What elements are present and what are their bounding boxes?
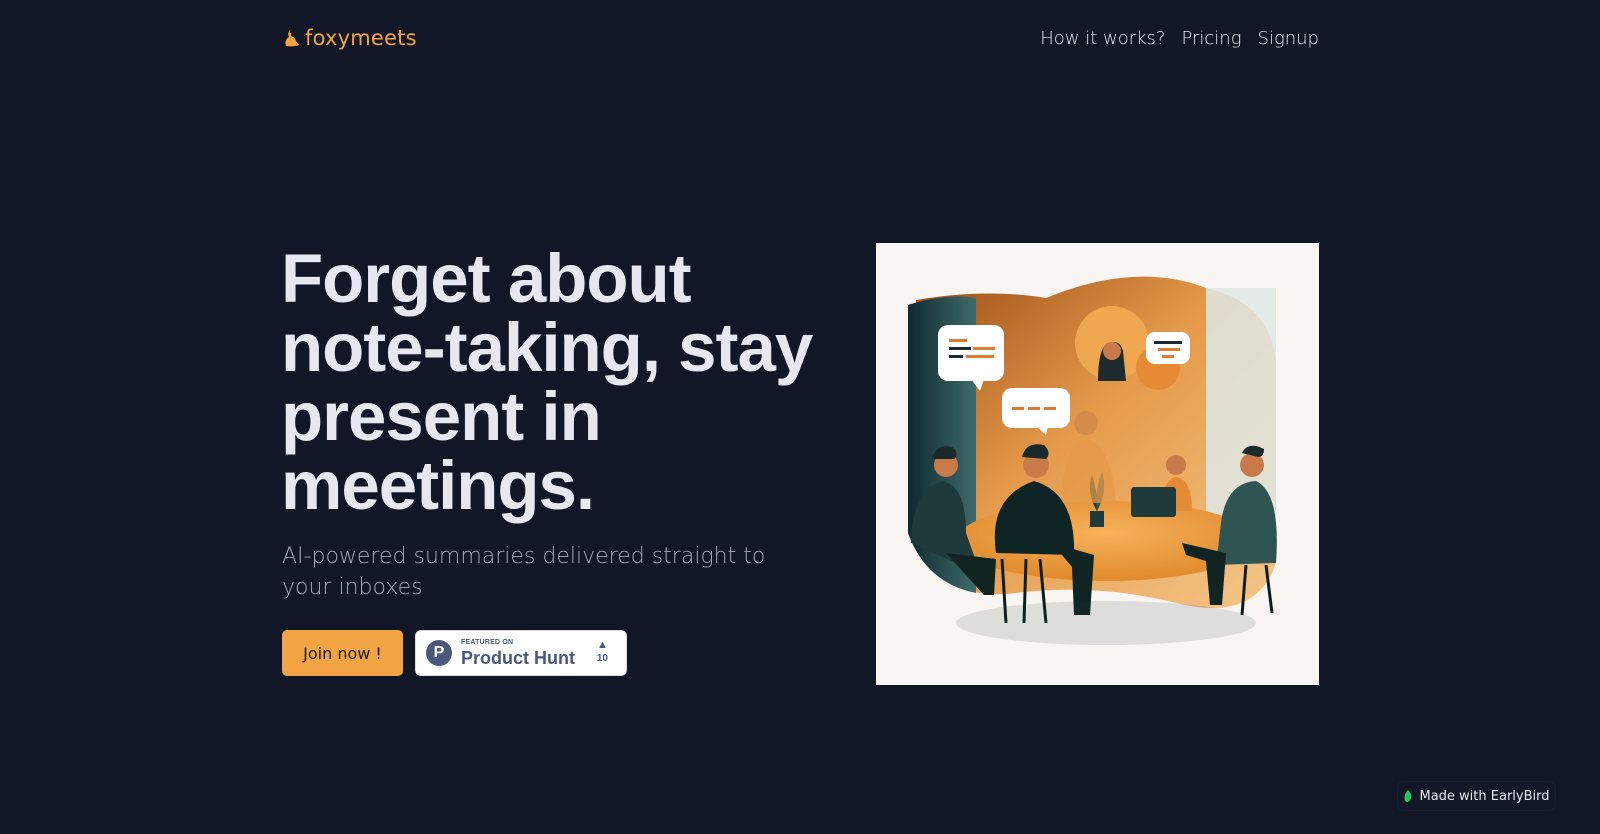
brand-name: foxymeets xyxy=(305,26,417,50)
vote-count: 10 xyxy=(596,653,608,664)
hero-subtitle: AI-powered summaries delivered straight … xyxy=(282,544,766,600)
earlybird-leaf-icon xyxy=(1404,790,1412,802)
triangle-up-icon: ▲ xyxy=(596,639,608,651)
join-now-button[interactable]: Join now ! xyxy=(282,630,403,676)
made-with-earlybird-link[interactable]: Made with EarlyBird xyxy=(1398,782,1555,810)
product-hunt-text: FEATURED ON Product Hunt xyxy=(461,639,575,667)
site-header: foxymeets How it works? Pricing Signup xyxy=(282,22,1319,54)
hero-title: Forget about note-taking, stay present i… xyxy=(281,240,813,524)
product-hunt-featured-label: FEATURED ON xyxy=(461,639,514,646)
landing-page: foxymeets How it works? Pricing Signup F… xyxy=(0,0,1600,834)
main-nav: How it works? Pricing Signup xyxy=(1040,28,1319,49)
made-with-earlybird-label: Made with EarlyBird xyxy=(1419,788,1550,804)
product-hunt-votes: ▲ 10 xyxy=(597,639,608,664)
fox-logo-icon xyxy=(285,30,299,47)
nav-pricing[interactable]: Pricing xyxy=(1181,28,1241,49)
product-hunt-name: Product Hunt xyxy=(461,648,575,668)
logo-link[interactable]: foxymeets xyxy=(282,26,417,50)
meeting-illustration-graphic xyxy=(908,276,1277,645)
product-hunt-badge[interactable]: P FEATURED ON Product Hunt ▲ 10 xyxy=(415,630,627,676)
nav-signup[interactable]: Signup xyxy=(1258,28,1319,49)
meeting-illustration xyxy=(876,243,1319,685)
product-hunt-logo-icon: P xyxy=(426,640,452,666)
nav-how-it-works[interactable]: How it works? xyxy=(1040,28,1165,49)
cta-row: Join now ! P FEATURED ON Product Hunt ▲ … xyxy=(282,630,627,676)
